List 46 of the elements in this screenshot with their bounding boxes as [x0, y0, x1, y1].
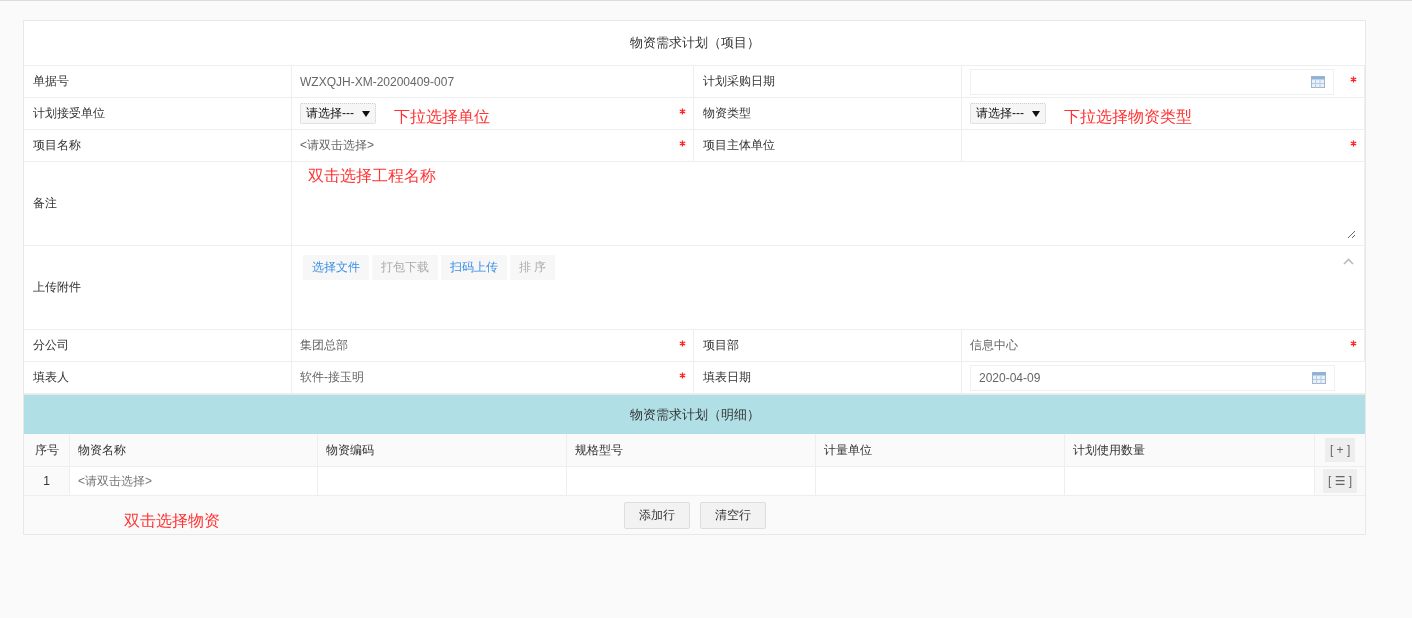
caret-icon — [362, 110, 370, 117]
picker-field[interactable]: <请双击选择> — [300, 137, 374, 154]
column-header: 计划使用数量 — [1065, 434, 1315, 467]
field-value: WZXQJH-XM-20200409-007 — [300, 74, 455, 89]
field-label: 项目部 — [694, 330, 962, 362]
hint-annotation: 下拉选择物资类型 — [1064, 107, 1192, 127]
form-title: 物资需求计划（项目） — [24, 21, 1365, 66]
column-header: 物资编码 — [318, 434, 567, 467]
picker-cell[interactable]: <请双击选择> — [70, 467, 318, 496]
table-action-button[interactable]: 添加行 — [623, 501, 690, 529]
field-label: 计划接受单位 — [24, 98, 292, 130]
field-label: 备注 — [24, 162, 292, 246]
field-label: 上传附件 — [24, 246, 292, 330]
caret-icon — [1032, 110, 1040, 117]
column-header: 物资名称 — [70, 434, 318, 467]
field-value: 软件-接玉明 — [300, 369, 364, 386]
field-label: 分公司 — [24, 330, 292, 362]
select-dropdown[interactable]: 请选择--- — [300, 103, 376, 124]
upload-toolbar-button[interactable]: 扫码上传 — [441, 255, 507, 280]
collapse-icon[interactable] — [1343, 258, 1354, 265]
add-row-button[interactable]: [ + ] — [1324, 438, 1356, 462]
row-number: 1 — [24, 467, 70, 496]
upload-toolbar-button[interactable]: 选择文件 — [303, 255, 369, 280]
hint-annotation: 双击选择工程名称 — [308, 166, 437, 186]
hint-annotation: 双击选择物资 — [123, 511, 221, 531]
date-field[interactable]: 2020-04-09 — [970, 364, 1335, 391]
section-title: 物资需求计划（明细） — [629, 405, 760, 424]
field-label: 物资类型 — [694, 98, 962, 130]
table-action-button[interactable]: 清空行 — [699, 501, 766, 529]
calendar-icon[interactable] — [1311, 75, 1325, 88]
calendar-icon[interactable] — [1312, 371, 1326, 384]
date-field[interactable] — [970, 68, 1334, 95]
column-header: 规格型号 — [567, 434, 816, 467]
field-label: 填表日期 — [694, 362, 962, 394]
field-value: 集团总部 — [300, 337, 348, 354]
field-label: 单据号 — [24, 66, 292, 98]
column-header: 计量单位 — [816, 434, 1065, 467]
hint-annotation: 下拉选择单位 — [394, 107, 490, 127]
field-label: 项目主体单位 — [694, 130, 962, 162]
field-label: 计划采购日期 — [694, 66, 962, 98]
field-value: 信息中心 — [970, 337, 1018, 354]
row-menu-button[interactable]: [ ☰ ] — [1323, 469, 1358, 493]
column-header: 序号 — [24, 434, 70, 467]
field-label: 项目名称 — [24, 130, 292, 162]
field-label: 填表人 — [24, 362, 292, 394]
select-dropdown[interactable]: 请选择--- — [970, 103, 1046, 124]
